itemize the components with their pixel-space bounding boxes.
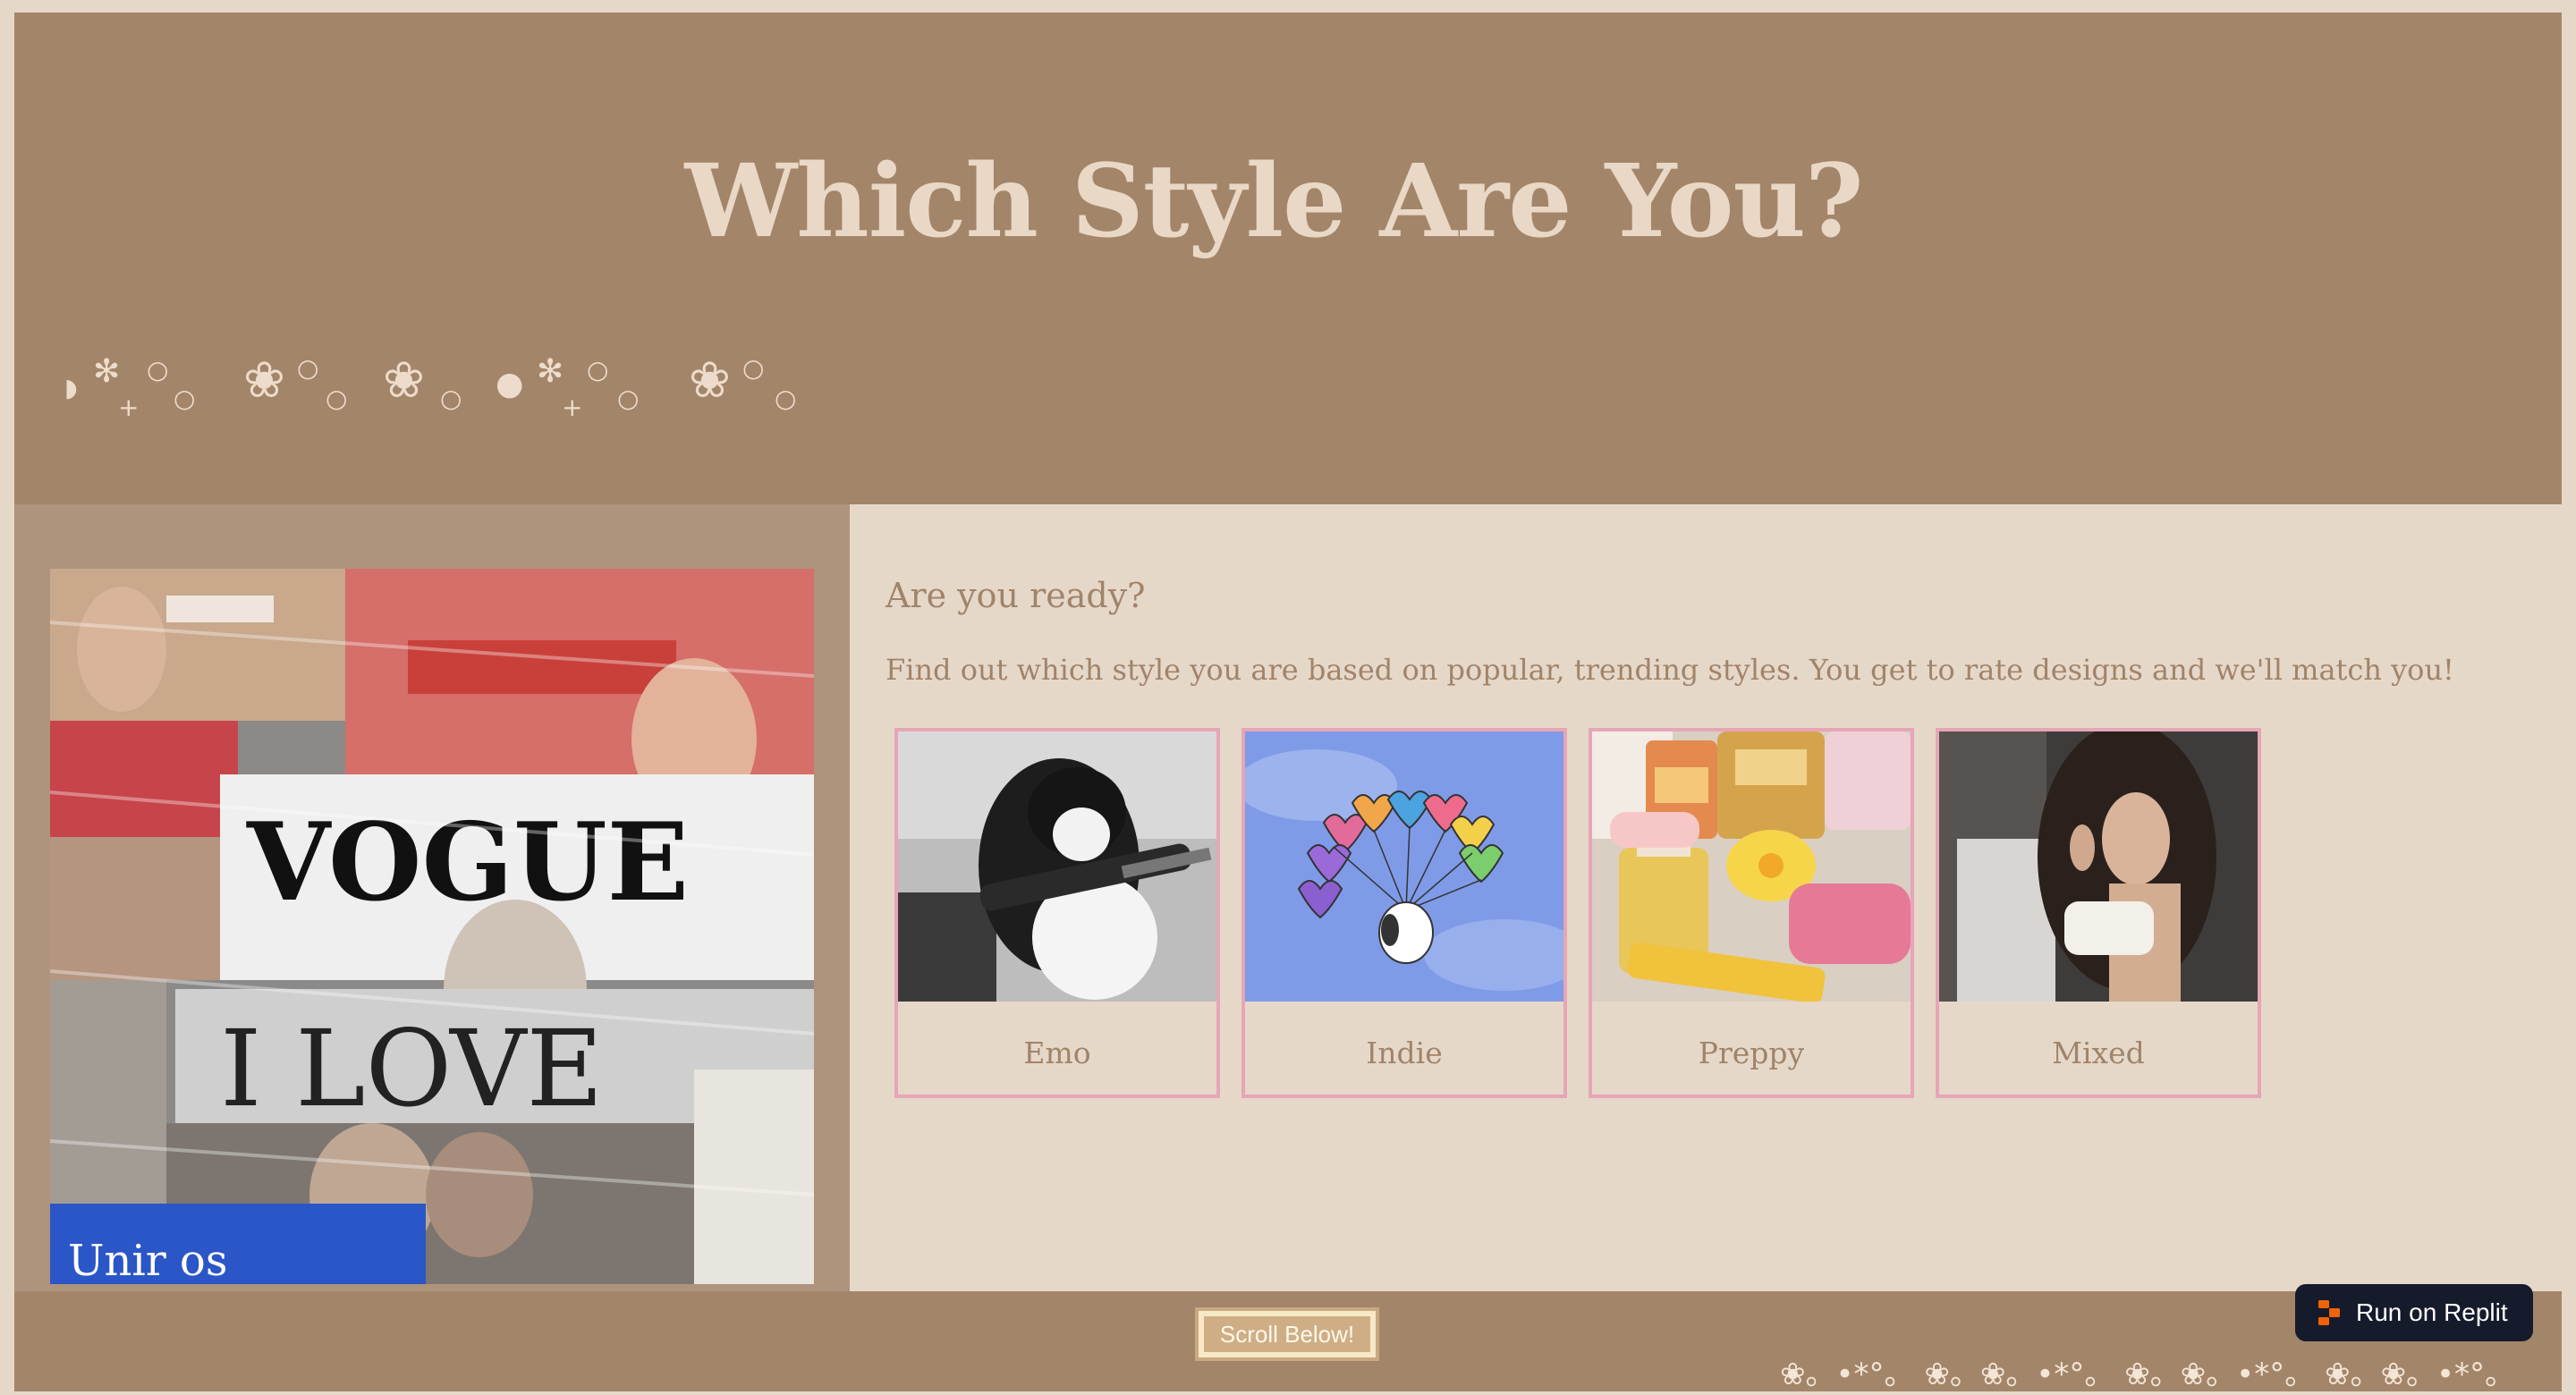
style-card-indie[interactable]: Indie xyxy=(1241,728,1567,1098)
circle-icon: ○ xyxy=(742,353,765,383)
card-label: Indie xyxy=(1366,1036,1443,1070)
asterisk-icon: ✻ xyxy=(93,353,121,390)
svg-text:Unir os: Unir os xyxy=(68,1236,227,1284)
style-card-preppy[interactable]: Preppy xyxy=(1589,728,1914,1098)
circle-icon: ○ xyxy=(174,384,196,413)
circle-icon: ○ xyxy=(617,384,640,413)
circle-icon: ○ xyxy=(775,384,797,413)
replit-icon xyxy=(2318,1300,2340,1325)
card-label: Emo xyxy=(1023,1036,1091,1070)
page-title: Which Style Are You? xyxy=(684,143,1864,260)
scroll-below-button[interactable]: Scroll Below! xyxy=(1195,1307,1379,1361)
flower-icon: ❀ xyxy=(689,351,731,410)
plus-icon: + xyxy=(562,393,583,422)
circle-icon: ○ xyxy=(440,384,462,413)
woman-applying-makeup-image xyxy=(1939,731,2258,1002)
magazine-rack-image: VOGUE I LOVE Unir os xyxy=(50,569,814,1284)
run-on-replit-button[interactable]: Run on Replit xyxy=(2295,1284,2533,1341)
replit-label: Run on Replit xyxy=(2356,1298,2508,1326)
circle-icon: ○ xyxy=(587,355,609,385)
page: Which Style Are You? ◗ ✻ ○ + ○ ❀ ○ ○ ❀ ○… xyxy=(0,0,2576,1391)
footer-decorative-pattern: ❀。•*°。 ❀。❀。•*°。 ❀。❀。•*°。 ❀。❀。•*°。 xyxy=(1780,1359,2516,1392)
card-label: Preppy xyxy=(1698,1036,1805,1070)
flower-icon: ❀ xyxy=(243,351,285,410)
circle-icon: ○ xyxy=(297,353,319,383)
section-heading: Are you ready? xyxy=(886,576,1146,615)
svg-text:I LOVE: I LOVE xyxy=(220,1007,604,1130)
snoopy-heart-balloons-image xyxy=(1245,731,1563,1002)
decorative-pattern: ◗ ✻ ○ + ○ ❀ ○ ○ ❀ ○ ● ✻ + ○ ○ ❀ ○ ○ xyxy=(54,351,823,449)
asterisk-icon: ✻ xyxy=(537,353,564,390)
dot-icon: ● xyxy=(496,366,524,402)
style-card-emo[interactable]: Emo xyxy=(894,728,1220,1098)
card-label: Mixed xyxy=(2052,1036,2145,1070)
circle-icon: ○ xyxy=(326,384,348,413)
style-card-mixed[interactable]: Mixed xyxy=(1936,728,2261,1098)
beauty-products-image xyxy=(1592,731,1911,1002)
section-description: Find out which style you are based on po… xyxy=(886,653,2454,687)
flower-icon: ❀ xyxy=(383,351,425,410)
plus-icon: + xyxy=(118,393,140,422)
cat-playing-guitar-image xyxy=(898,731,1216,1002)
svg-text:VOGUE: VOGUE xyxy=(246,799,689,926)
circle-icon: ○ xyxy=(147,355,169,385)
dot-icon: ◗ xyxy=(64,373,78,402)
